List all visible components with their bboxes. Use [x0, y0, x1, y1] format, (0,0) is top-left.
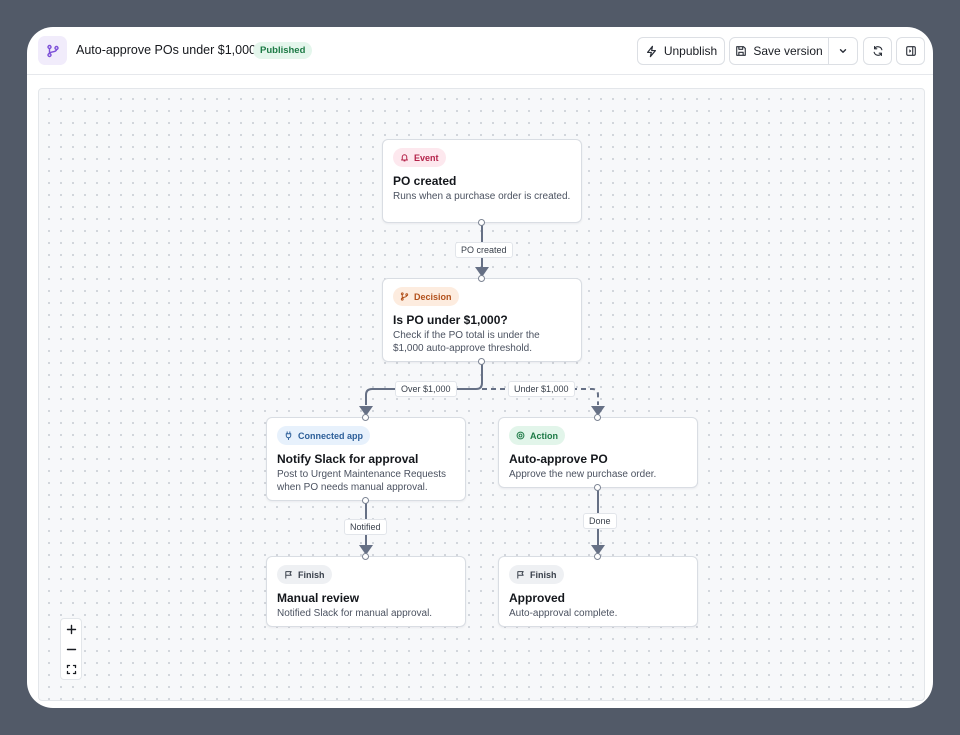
save-version-button[interactable]: Save version	[729, 37, 829, 65]
page-title: Auto-approve POs under $1,000	[76, 43, 256, 57]
status-badge: Published	[253, 42, 313, 59]
event-tag-label: Event	[414, 152, 439, 163]
zoom-out-button[interactable]	[61, 639, 81, 659]
output-port[interactable]	[362, 497, 369, 504]
node-description: Runs when a purchase order is created.	[393, 191, 571, 202]
action-tag: Action	[509, 426, 565, 445]
input-port[interactable]	[362, 414, 369, 421]
node-auto-approve[interactable]: Action Auto-approve PO Approve the new p…	[498, 417, 698, 488]
finish-tag-label: Finish	[298, 569, 325, 580]
edge-label-done: Done	[583, 513, 617, 529]
chevron-down-icon	[839, 49, 847, 53]
edge-label-under-1000: Under $1,000	[508, 381, 575, 397]
node-title: Approved	[509, 591, 566, 605]
refresh-button[interactable]	[863, 37, 892, 65]
zoom-controls	[60, 618, 82, 680]
input-port[interactable]	[362, 553, 369, 560]
node-po-created[interactable]: Event PO created Runs when a purchase or…	[382, 139, 582, 223]
save-version-label: Save version	[753, 44, 823, 58]
flag-icon	[285, 571, 292, 579]
finish-tag: Finish	[509, 565, 564, 584]
flag-icon	[517, 571, 524, 579]
sidebar-panel-icon	[905, 46, 916, 56]
output-port[interactable]	[478, 358, 485, 365]
node-manual-review[interactable]: Finish Manual review Notified Slack for …	[266, 556, 466, 627]
save-options-button[interactable]	[828, 37, 858, 65]
workflow-branch-icon	[38, 36, 67, 65]
input-port[interactable]	[594, 414, 601, 421]
finish-tag-label: Finish	[530, 569, 557, 580]
floppy-disk-icon	[736, 46, 747, 56]
connected-app-tag-label: Connected app	[298, 430, 364, 441]
plug-icon	[285, 431, 292, 440]
node-notify-slack[interactable]: Connected app Notify Slack for approval …	[266, 417, 466, 501]
node-title: Auto-approve PO	[509, 452, 608, 466]
minus-icon	[66, 648, 76, 650]
action-tag-label: Action	[530, 430, 558, 441]
output-port[interactable]	[478, 219, 485, 226]
node-description: Notified Slack for manual approval.	[277, 608, 433, 619]
edge-label-notified: Notified	[344, 519, 387, 535]
node-description: Check if the PO total is under the $1,00…	[393, 330, 540, 354]
bell-icon	[401, 154, 408, 162]
node-approved[interactable]: Finish Approved Auto-approval complete.	[498, 556, 698, 627]
unpublish-button[interactable]: Unpublish	[637, 37, 725, 65]
node-description: Approve the new purchase order.	[509, 469, 657, 480]
editor-header: Auto-approve POs under $1,000 Published …	[27, 27, 933, 75]
edge-label-over-1000: Over $1,000	[395, 381, 457, 397]
decision-tag-label: Decision	[414, 291, 452, 302]
connected-app-tag: Connected app	[277, 426, 371, 445]
fit-view-button[interactable]	[61, 659, 81, 679]
fit-view-icon	[66, 664, 76, 674]
node-title: Is PO under $1,000?	[393, 313, 508, 327]
output-port[interactable]	[594, 484, 601, 491]
node-decision[interactable]: Decision Is PO under $1,000? Check if th…	[382, 278, 582, 362]
finish-tag: Finish	[277, 565, 332, 584]
event-tag: Event	[393, 148, 446, 167]
refresh-icon	[873, 45, 882, 57]
node-title: Manual review	[277, 591, 360, 605]
plus-icon	[66, 624, 76, 634]
input-port[interactable]	[478, 275, 485, 282]
node-description: Auto-approval complete.	[509, 608, 618, 619]
workflow-canvas[interactable]: PO created Over $1,000 Under $1,000 Noti…	[38, 88, 925, 701]
node-title: PO created	[393, 174, 457, 188]
unpublish-label: Unpublish	[663, 44, 718, 58]
node-description: Post to Urgent Maintenance Requests when…	[277, 469, 446, 493]
zoom-in-button[interactable]	[61, 619, 81, 639]
input-port[interactable]	[594, 553, 601, 560]
target-icon	[516, 431, 525, 440]
lightning-bolt-icon	[646, 45, 656, 57]
decision-tag: Decision	[393, 287, 459, 306]
workflow-editor-window: Auto-approve POs under $1,000 Published …	[27, 27, 933, 708]
node-title: Notify Slack for approval	[277, 452, 419, 466]
toggle-panel-button[interactable]	[896, 37, 925, 65]
edge-label-po-created: PO created	[455, 242, 513, 258]
branch-icon	[400, 292, 409, 301]
